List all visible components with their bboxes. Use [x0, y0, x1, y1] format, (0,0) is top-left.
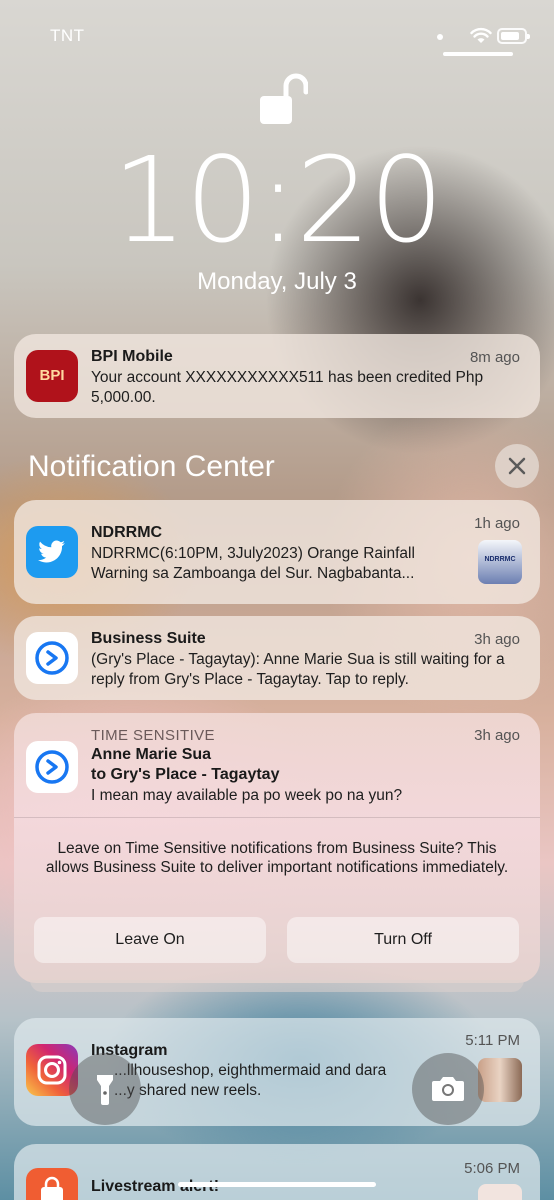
battery-icon	[497, 28, 530, 44]
twitter-bird-icon	[38, 540, 65, 563]
notification-app-name: Livestream alert!	[91, 1178, 220, 1195]
home-indicator[interactable]	[178, 1182, 376, 1187]
notification-ndrrmc[interactable]: NDRRMC 1h ago NDRRMC(6:10PM, 3July2023) …	[14, 500, 540, 604]
signal-icon	[437, 34, 443, 40]
business-suite-app-icon	[26, 741, 78, 793]
camera-button[interactable]	[412, 1053, 484, 1125]
divider	[14, 817, 540, 818]
notification-recipient: to Gry's Place - Tagaytay	[91, 766, 280, 783]
meta-business-icon	[35, 641, 69, 675]
notification-sender: Anne Marie Sua	[91, 746, 212, 763]
notification-time: 1h ago	[474, 515, 520, 532]
notification-business-suite[interactable]: Business Suite 3h ago (Gry's Place - Tag…	[14, 616, 540, 700]
lock-screen-date: Monday, July 3	[197, 268, 357, 295]
notification-bpi[interactable]: BPI BPI Mobile 8m ago Your account XXXXX…	[14, 334, 540, 418]
camera-icon	[432, 1077, 464, 1101]
notification-body: I mean may available pa po week po na yu…	[91, 787, 403, 804]
carrier-label: TNT	[50, 26, 85, 45]
lock-screen-time: 10:20	[111, 131, 444, 269]
meta-business-icon	[35, 750, 69, 784]
turn-off-button[interactable]: Turn Off	[287, 917, 519, 963]
notification-center-title: Notification Center	[28, 450, 275, 483]
flashlight-button[interactable]	[69, 1053, 141, 1125]
time-sensitive-prompt: Leave on Time Sensitive notifications fr…	[45, 840, 509, 876]
notification-time: 3h ago	[474, 727, 520, 744]
unlock-icon	[260, 73, 308, 124]
notification-livestream[interactable]: Livestream alert! 5:06 PM	[14, 1144, 540, 1200]
close-icon	[508, 457, 526, 475]
business-suite-app-icon	[26, 632, 78, 684]
notification-thumbnail: NDRRMC	[478, 540, 522, 584]
bpi-app-icon: BPI	[26, 350, 78, 402]
notification-time: 3h ago	[474, 631, 520, 648]
notification-time-sensitive[interactable]: TIME SENSITIVE 3h ago Anne Marie Sua to …	[14, 713, 540, 983]
clear-notifications-button[interactable]	[495, 444, 539, 488]
notification-time: 8m ago	[469, 349, 520, 366]
status-indicator-bar	[443, 52, 513, 56]
leave-on-button[interactable]: Leave On	[34, 917, 266, 963]
notification-body-line2: ...y shared new reels.	[114, 1082, 262, 1099]
notification-time: 5:06 PM	[464, 1160, 520, 1177]
notification-body: Your account XXXXXXXXXXX511 has been cre…	[91, 369, 484, 406]
stacked-notifications-edge	[30, 980, 524, 992]
notification-time: 5:11 PM	[465, 1032, 520, 1049]
notification-body: NDRRMC(6:10PM, 3July2023) Orange Rainfal…	[91, 545, 415, 582]
shopping-bag-icon	[41, 1176, 63, 1200]
flashlight-icon	[97, 1075, 113, 1105]
twitter-app-icon	[26, 526, 78, 578]
wifi-icon	[470, 27, 492, 43]
notification-thumbnail	[478, 1184, 522, 1200]
status-bar: TNT	[0, 24, 554, 48]
notification-app-name: NDRRMC	[91, 524, 163, 541]
time-sensitive-label: TIME SENSITIVE	[91, 727, 215, 744]
notification-thumbnail	[478, 1058, 522, 1102]
notification-app-name: BPI Mobile	[91, 348, 173, 365]
notification-body: (Gry's Place - Tagaytay): Anne Marie Sua…	[91, 651, 505, 688]
notification-app-name: Business Suite	[91, 630, 206, 647]
shopee-app-icon	[26, 1168, 78, 1200]
notification-body-line1: ...llhouseshop, eighthmermaid and dara	[114, 1062, 387, 1079]
